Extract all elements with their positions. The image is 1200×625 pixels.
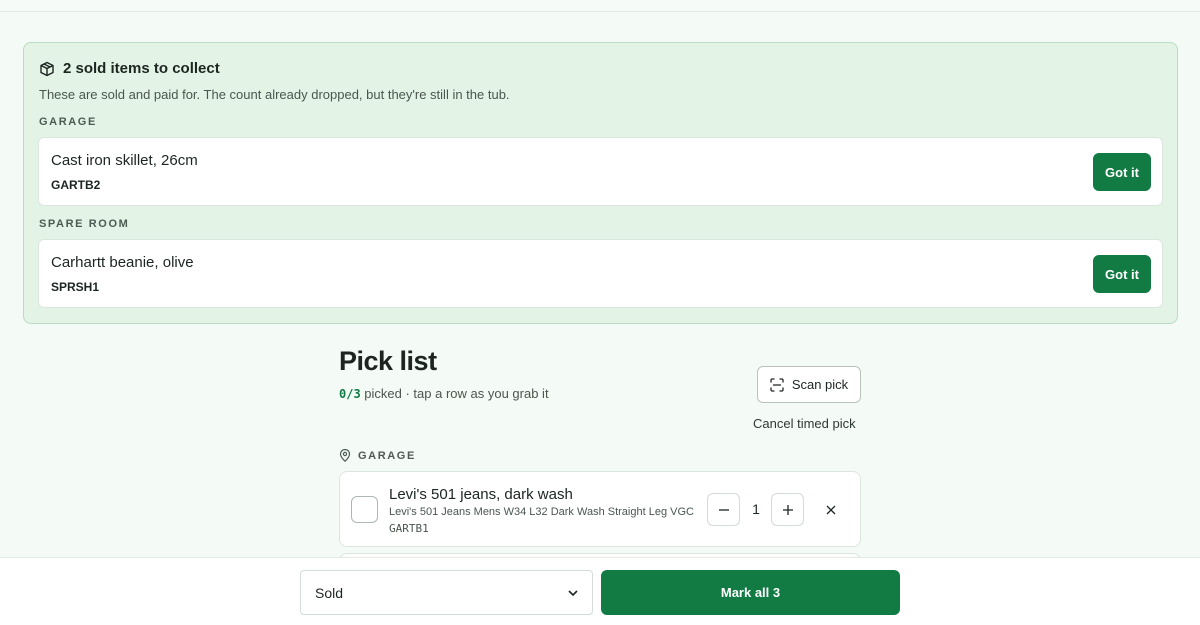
pick-checkbox[interactable] [351, 496, 378, 523]
close-icon [826, 505, 836, 515]
minus-icon [718, 508, 729, 511]
sold-item-card: Cast iron skillet, 26cm GARTB2 Got it [38, 137, 1163, 206]
remove-item-button[interactable] [820, 500, 842, 520]
increase-quantity-button[interactable] [771, 493, 804, 526]
sold-item-sku: GARTB2 [51, 178, 101, 192]
pick-item-description: Levi's 501 Jeans Mens W34 L32 Dark Wash … [389, 506, 694, 518]
chevron-down-icon [568, 589, 578, 596]
top-bar-edge [0, 0, 1200, 12]
pick-progress: 0/3 picked · tap a row as you grab it [339, 386, 549, 401]
quantity-value: 1 [752, 501, 760, 517]
pick-location-label: GARAGE [339, 449, 416, 462]
action-footer: Sold Mark all 3 [0, 557, 1200, 625]
picked-count: 0/3 [339, 387, 361, 401]
got-it-button[interactable]: Got it [1093, 255, 1151, 293]
sold-item-sku: SPRSH1 [51, 280, 100, 294]
sold-items-banner: 2 sold items to collect These are sold a… [23, 42, 1178, 324]
location-label-spare-room: SPARE ROOM [39, 218, 130, 230]
decrease-quantity-button[interactable] [707, 493, 740, 526]
cancel-timed-pick-link[interactable]: Cancel timed pick [753, 416, 856, 431]
status-select-value: Sold [315, 584, 344, 601]
scan-icon [770, 377, 784, 392]
banner-description: These are sold and paid for. The count a… [39, 87, 510, 102]
banner-title: 2 sold items to collect [39, 60, 220, 77]
package-icon [40, 61, 54, 76]
plus-icon [782, 504, 793, 515]
location-label-garage: GARAGE [39, 116, 97, 128]
scan-pick-label: Scan pick [791, 377, 849, 392]
scan-pick-button[interactable]: Scan pick [757, 366, 861, 403]
page-title: Pick list [339, 346, 437, 376]
sold-item-name: Carhartt beanie, olive [51, 254, 194, 271]
pick-location-text: GARAGE [358, 449, 416, 462]
banner-title-text: 2 sold items to collect [63, 60, 220, 77]
pick-item-row[interactable]: Levi's 501 jeans, dark wash Levi's 501 J… [339, 471, 861, 547]
got-it-button[interactable]: Got it [1093, 153, 1151, 191]
status-select[interactable]: Sold [300, 570, 593, 615]
location-pin-icon [339, 449, 351, 462]
pick-item-sku: GARTB1 [389, 522, 429, 535]
pick-item-name: Levi's 501 jeans, dark wash [389, 486, 573, 503]
pick-progress-text: picked · tap a row as you grab it [360, 386, 549, 401]
mark-all-button[interactable]: Mark all 3 [601, 570, 900, 615]
sold-item-card: Carhartt beanie, olive SPRSH1 Got it [38, 239, 1163, 308]
sold-item-name: Cast iron skillet, 26cm [51, 152, 198, 169]
